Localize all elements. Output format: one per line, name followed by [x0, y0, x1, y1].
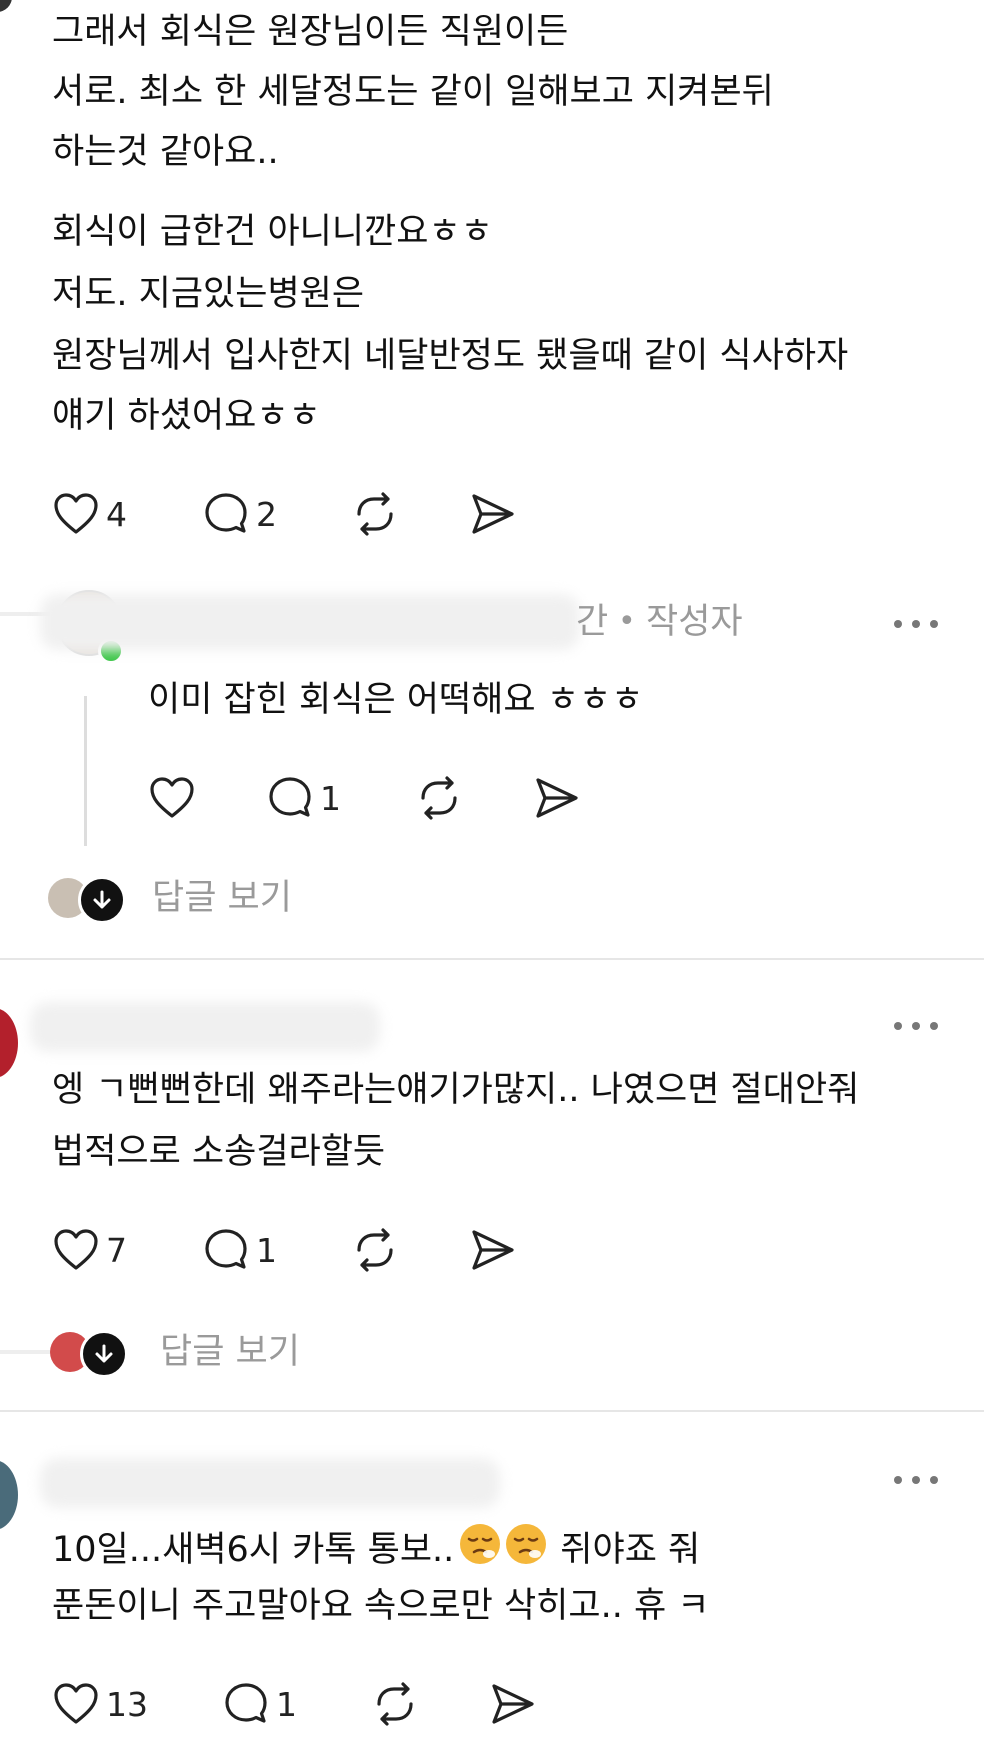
comment-text: 쥐야죠 줘 [560, 1529, 701, 1570]
comment-text-line: 서로. 최소 한 세달정도는 같이 일해보고 지켜본뒤 [52, 72, 774, 112]
comment-text-line: 엥 ㄱ뻔뻔한데 왜주라는얘기가많지.. 나였으면 절대안줘 [52, 1070, 860, 1110]
username-redacted [30, 1002, 380, 1052]
comment-text-line: 푼돈이니 주고말아요 속으로만 삭히고.. 휴 ㅋ [52, 1586, 710, 1626]
heart-icon [52, 491, 100, 537]
like-count: 13 [106, 1684, 148, 1724]
exhaling-face-emoji [504, 1522, 548, 1577]
repost-button[interactable] [414, 770, 464, 826]
username-redacted [40, 1458, 500, 1508]
like-button[interactable]: 7 [52, 1222, 127, 1278]
divider [0, 1410, 984, 1412]
like-button[interactable] [148, 770, 196, 826]
comment-text-line: 하는것 같아요.. [52, 132, 279, 172]
reply-text: 이미 잡힌 회식은 어떡해요 ㅎㅎㅎ [148, 680, 644, 720]
comment-text-line: 회식이 급한건 아니니깐요ㅎㅎ [52, 212, 493, 252]
thread-line [84, 696, 87, 846]
exhaling-face-emoji [458, 1522, 502, 1577]
reply-count: 1 [256, 1230, 277, 1270]
view-replies-button[interactable]: 답글 보기 [50, 1328, 340, 1378]
more-options-button[interactable] [894, 614, 938, 634]
repost-icon [414, 774, 464, 822]
thread-connector [0, 1350, 52, 1354]
heart-icon [52, 1227, 100, 1273]
arrow-down-icon [78, 876, 126, 924]
comment-bubble-icon [202, 1226, 250, 1274]
avatar[interactable] [0, 1460, 18, 1530]
repost-icon [350, 490, 400, 538]
more-options-button[interactable] [894, 1016, 938, 1036]
share-button[interactable] [468, 1222, 518, 1278]
avatar[interactable] [0, 1008, 18, 1078]
comment-text-line: 저도. 지금있는병원은 [52, 274, 365, 314]
share-button[interactable] [488, 1676, 538, 1732]
comment-text: 10일...새벽6시 카톡 통보.. [52, 1529, 455, 1570]
author-badge: 작성자 [646, 602, 743, 642]
heart-icon [52, 1681, 100, 1727]
comment-bubble-icon [266, 774, 314, 822]
more-dots-icon [894, 620, 902, 628]
more-dots-icon [894, 1022, 902, 1030]
view-replies-label: 답글 보기 [152, 878, 292, 918]
share-button[interactable] [468, 486, 518, 542]
reply-count: 1 [276, 1684, 297, 1724]
share-button[interactable] [532, 770, 582, 826]
repost-icon [350, 1226, 400, 1274]
repost-icon [370, 1680, 420, 1728]
reply-button[interactable]: 1 [222, 1676, 297, 1732]
comment-bubble-icon [222, 1680, 270, 1728]
send-icon [532, 774, 582, 822]
heart-icon [148, 775, 196, 821]
view-replies-label: 답글 보기 [160, 1332, 300, 1372]
comment-text-line: 얘기 하셨어요ㅎㅎ [52, 396, 321, 436]
reply-button[interactable]: 2 [202, 486, 277, 542]
like-button[interactable]: 4 [52, 486, 127, 542]
repost-button[interactable] [350, 486, 400, 542]
comment-text-line: 법적으로 소송걸라할듯 [52, 1132, 386, 1172]
reply-button[interactable]: 1 [266, 770, 341, 826]
divider [0, 958, 984, 960]
view-replies-button[interactable]: 답글 보기 [48, 874, 328, 924]
comment-text-line: 원장님께서 입사한지 네달반정도 됐을때 같이 식사하자 [52, 336, 849, 376]
reply-button[interactable]: 1 [202, 1222, 277, 1278]
send-icon [468, 1226, 518, 1274]
send-icon [488, 1680, 538, 1728]
send-icon [468, 490, 518, 538]
reply-count: 1 [320, 778, 341, 818]
repost-button[interactable] [370, 1676, 420, 1732]
more-options-button[interactable] [894, 1470, 938, 1490]
like-count: 4 [106, 494, 127, 534]
like-button[interactable]: 13 [52, 1676, 148, 1732]
avatar-edge-top [0, 0, 12, 12]
separator-dot: • [618, 604, 636, 639]
repost-button[interactable] [350, 1222, 400, 1278]
like-count: 7 [106, 1230, 127, 1270]
arrow-down-icon [80, 1330, 128, 1378]
comment-bubble-icon [202, 490, 250, 538]
comment-text-line: 10일...새벽6시 카톡 통보.. 쥐야죠 줘 [52, 1522, 700, 1577]
reply-count: 2 [256, 494, 277, 534]
username-redacted [40, 594, 580, 650]
comment-text-line: 그래서 회식은 원장님이든 직원이든 [52, 12, 569, 52]
more-dots-icon [894, 1476, 902, 1484]
timestamp: 간 [576, 602, 609, 642]
